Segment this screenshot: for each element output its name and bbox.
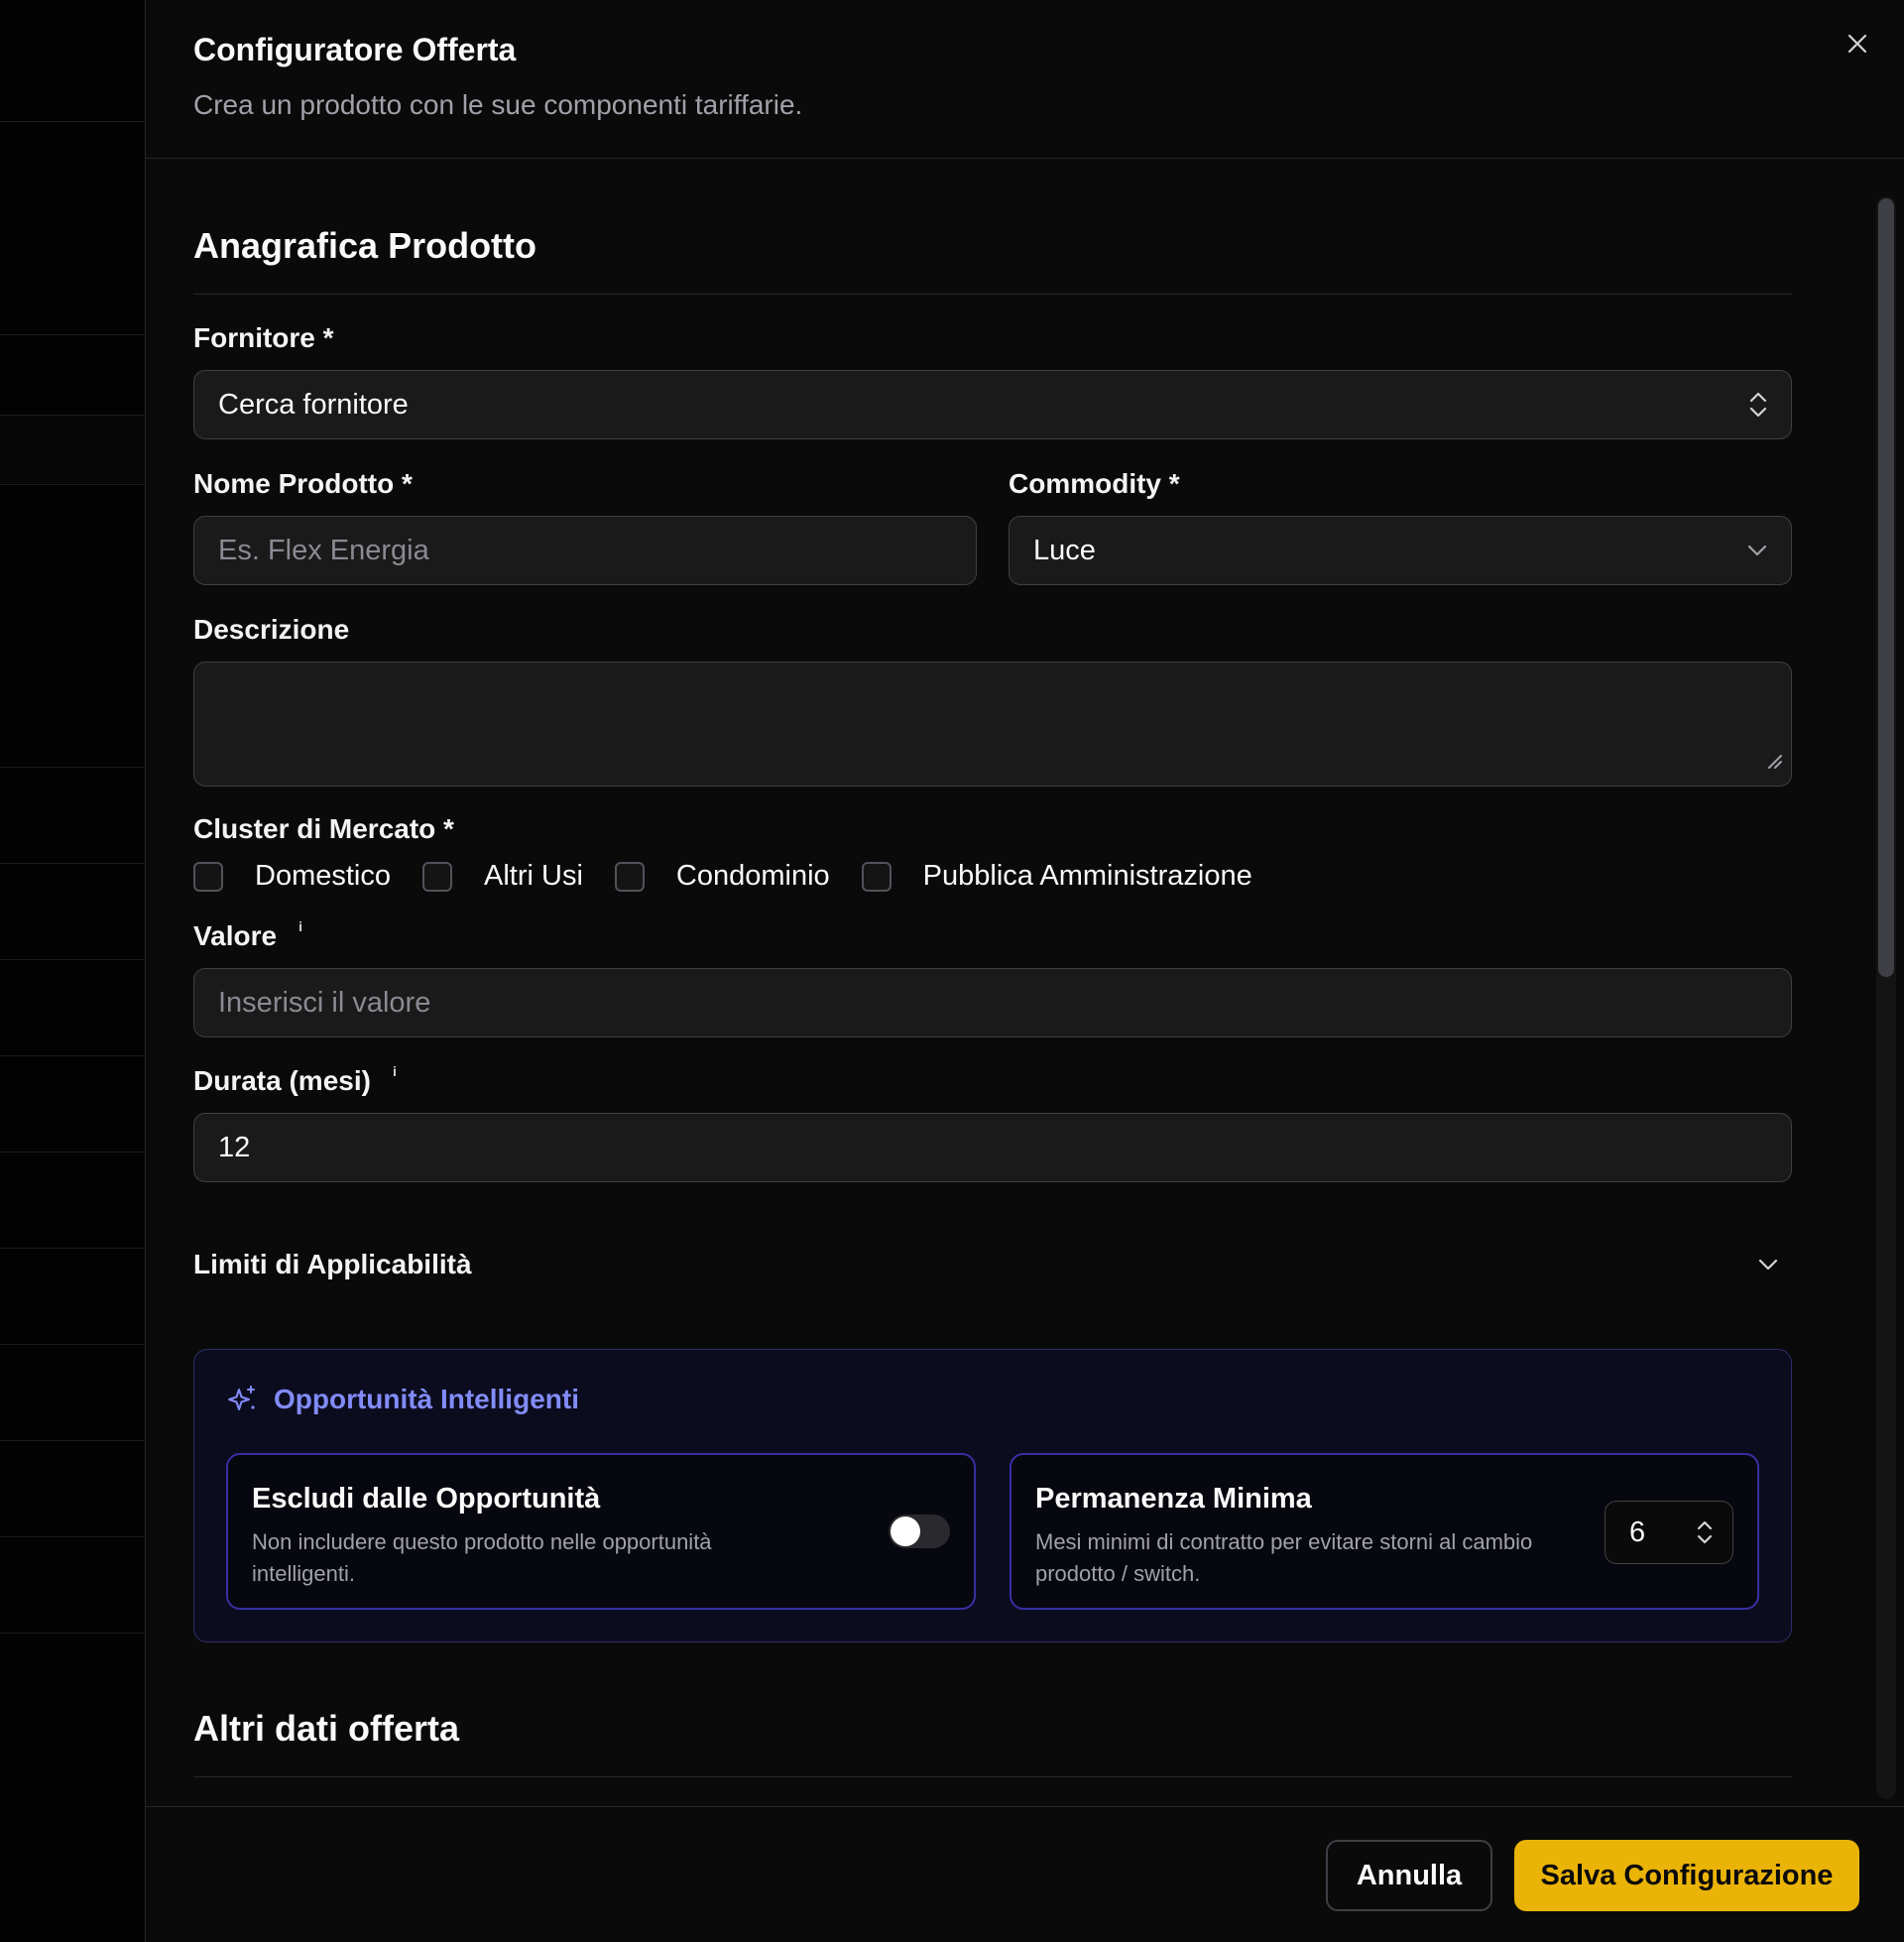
cluster-checkbox-group: Domestico Altri Usi Condominio Pubblica … xyxy=(193,860,1284,893)
cancel-button[interactable]: Annulla xyxy=(1326,1840,1492,1911)
supplier-label: Fornitore * xyxy=(193,322,334,353)
checkbox-domestico[interactable]: Domestico xyxy=(193,860,391,893)
checkbox-pubblica-amministrazione[interactable]: Pubblica Amministrazione xyxy=(861,860,1252,893)
chevron-up-down-icon xyxy=(1747,390,1769,420)
value-input[interactable]: Inserisci il valore xyxy=(193,968,1792,1037)
chevron-down-icon xyxy=(1745,543,1769,558)
scrollbar-thumb[interactable] xyxy=(1878,198,1894,977)
min-permanence-description: Mesi minimi di contratto per evitare sto… xyxy=(1035,1529,1533,1586)
supplier-combobox-value: Cerca fornitore xyxy=(218,388,409,421)
close-button[interactable] xyxy=(1840,26,1875,61)
duration-value: 12 xyxy=(218,1131,251,1163)
checkbox-label: Altri Usi xyxy=(484,860,583,892)
product-name-placeholder: Es. Flex Energia xyxy=(218,534,429,566)
min-permanence-value: 6 xyxy=(1629,1516,1646,1548)
checkbox-label: Domestico xyxy=(255,860,391,892)
checkbox-altri-usi[interactable]: Altri Usi xyxy=(422,860,583,893)
offer-configurator-dialog: Configuratore Offerta Crea un prodotto c… xyxy=(145,0,1904,1942)
smart-opportunities-panel: Opportunità Intelligenti Escludi dalle O… xyxy=(193,1349,1792,1642)
value-label: Valore i xyxy=(193,918,302,951)
dialog-title: Configuratore Offerta xyxy=(193,32,517,67)
min-permanence-stepper[interactable]: 6 xyxy=(1605,1501,1733,1564)
checkbox-box[interactable] xyxy=(193,861,223,892)
close-icon xyxy=(1847,34,1867,54)
checkbox-box[interactable] xyxy=(422,861,452,892)
background-page xyxy=(0,0,145,1942)
chevron-down-icon xyxy=(1756,1257,1780,1273)
supplier-combobox[interactable]: Cerca fornitore xyxy=(193,370,1792,439)
duration-input[interactable]: 12 xyxy=(193,1113,1792,1182)
value-placeholder: Inserisci il valore xyxy=(218,986,431,1019)
product-name-label: Nome Prodotto * xyxy=(193,468,413,499)
commodity-select-value: Luce xyxy=(1033,534,1096,566)
limits-accordion[interactable]: Limiti di Applicabilità xyxy=(193,1237,1792,1292)
info-icon[interactable]: i xyxy=(298,918,302,934)
resize-grip-icon[interactable] xyxy=(1765,745,1783,778)
smart-opportunities-header: Opportunità Intelligenti xyxy=(226,1384,579,1415)
exclude-opportunities-description: Non includere questo prodotto nelle oppo… xyxy=(252,1529,712,1586)
min-permanence-card: Permanenza Minima Mesi minimi di contrat… xyxy=(1010,1453,1759,1610)
dialog-subtitle: Crea un prodotto con le sue componenti t… xyxy=(193,89,803,120)
section-title-product: Anagrafica Prodotto xyxy=(193,225,537,266)
checkbox-condominio[interactable]: Condominio xyxy=(614,860,830,893)
description-label: Descrizione xyxy=(193,614,350,645)
description-textarea[interactable] xyxy=(193,662,1792,787)
section-divider xyxy=(193,294,1792,295)
commodity-label: Commodity * xyxy=(1009,468,1180,499)
product-name-input[interactable]: Es. Flex Energia xyxy=(193,516,977,585)
save-configuration-button[interactable]: Salva Configurazione xyxy=(1514,1840,1859,1911)
smart-opportunities-title: Opportunità Intelligenti xyxy=(274,1384,579,1414)
duration-label: Durata (mesi) i xyxy=(193,1063,397,1096)
exclude-opportunities-title: Escludi dalle Opportunità xyxy=(252,1483,601,1515)
limits-accordion-label: Limiti di Applicabilità xyxy=(193,1249,472,1279)
checkbox-box[interactable] xyxy=(861,861,892,892)
checkbox-label: Pubblica Amministrazione xyxy=(922,860,1252,892)
exclude-opportunities-card: Escludi dalle Opportunità Non includere … xyxy=(226,1453,976,1610)
dialog-body[interactable]: Anagrafica Prodotto Fornitore * Cerca fo… xyxy=(146,160,1904,1806)
dialog-footer: Annulla Salva Configurazione xyxy=(146,1806,1904,1942)
checkbox-box[interactable] xyxy=(614,861,645,892)
commodity-select[interactable]: Luce xyxy=(1009,516,1792,585)
cluster-label: Cluster di Mercato * xyxy=(193,813,454,844)
info-icon[interactable]: i xyxy=(393,1063,397,1079)
section-title-other: Altri dati offerta xyxy=(193,1708,460,1749)
exclude-opportunities-toggle[interactable] xyxy=(889,1515,950,1548)
sparkles-icon xyxy=(226,1384,258,1415)
min-permanence-title: Permanenza Minima xyxy=(1035,1483,1312,1515)
chevron-up-down-icon[interactable] xyxy=(1695,1517,1715,1547)
section-divider xyxy=(193,1776,1792,1777)
dialog-header: Configuratore Offerta Crea un prodotto c… xyxy=(146,0,1904,159)
toggle-knob xyxy=(891,1517,920,1546)
checkbox-label: Condominio xyxy=(675,860,830,892)
